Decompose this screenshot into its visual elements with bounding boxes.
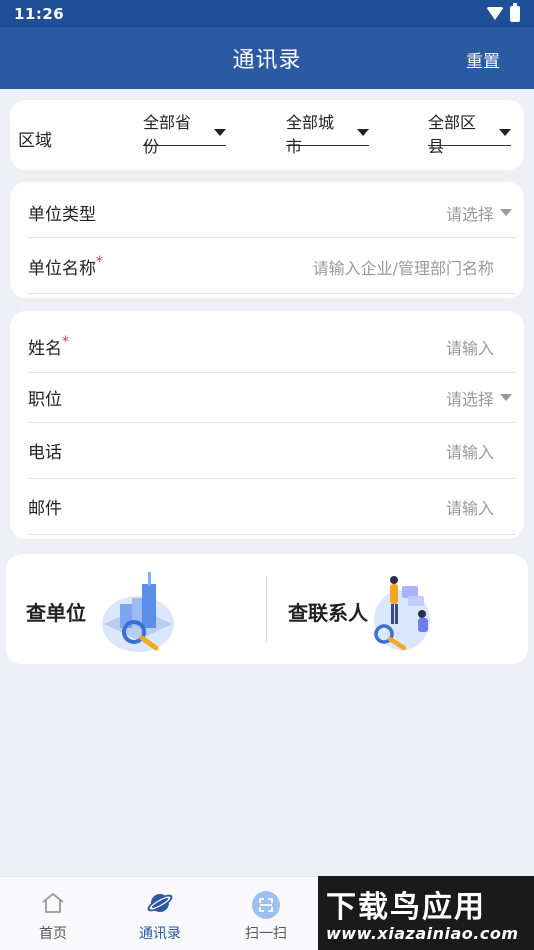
name-input[interactable]: 请输入 xyxy=(446,335,516,359)
query-contact-label: 查联系人 xyxy=(288,601,368,625)
status-bar: 11:26 xyxy=(0,0,534,27)
nav-item-scan[interactable]: 扫一扫 xyxy=(226,891,306,943)
email-row: 邮件 请输入 xyxy=(28,479,516,535)
region-label: 区域 xyxy=(18,131,52,151)
unit-name-label: 单位名称* xyxy=(28,254,103,279)
nav-label-scan: 扫一扫 xyxy=(245,926,287,942)
query-card: 查单位 查联系人 xyxy=(6,554,528,664)
unit-type-placeholder: 请选择 xyxy=(445,204,494,224)
position-placeholder: 请选择 xyxy=(445,389,494,409)
caret-down-icon xyxy=(357,129,369,136)
unit-type-label: 单位类型 xyxy=(28,205,96,225)
nav-label-home: 首页 xyxy=(39,926,67,942)
name-row: 姓名* 请输入 xyxy=(28,321,516,373)
name-label: 姓名* xyxy=(28,334,69,359)
reset-button[interactable]: 重置 xyxy=(466,47,500,72)
page-title: 通讯录 xyxy=(232,48,302,73)
unit-name-label-text: 单位名称 xyxy=(28,259,96,279)
query-unit-label: 查单位 xyxy=(26,601,86,625)
home-icon xyxy=(42,893,64,913)
unit-type-row[interactable]: 单位类型 请选择 xyxy=(28,188,516,238)
caret-down-icon xyxy=(500,394,512,401)
phone-label: 电话 xyxy=(28,443,62,463)
watermark-url: www.xiazainiao.com xyxy=(326,924,519,943)
unit-type-select[interactable]: 请选择 xyxy=(446,201,516,225)
unit-card: 单位类型 请选择 单位名称* 请输入企业/管理部门名称 xyxy=(10,182,524,298)
required-mark: * xyxy=(62,334,69,350)
watermark-title: 下载鸟应用 xyxy=(326,890,486,925)
phone-row: 电话 请输入 xyxy=(28,423,516,479)
building-search-illustration xyxy=(102,572,174,652)
nav-item-contacts[interactable]: 通讯录 xyxy=(120,891,200,943)
caret-down-icon xyxy=(499,129,511,136)
scan-icon xyxy=(252,891,280,919)
position-select[interactable]: 请选择 xyxy=(446,386,516,410)
province-value: 全部省份 xyxy=(143,112,192,156)
person-card: 姓名* 请输入 职位 请选择 电话 请输入 邮件 请输入 xyxy=(10,311,524,539)
phone-input[interactable]: 请输入 xyxy=(446,439,516,463)
city-value: 全部城市 xyxy=(286,112,335,156)
caret-down-icon xyxy=(214,129,226,136)
status-time: 11:26 xyxy=(14,4,65,23)
position-row[interactable]: 职位 请选择 xyxy=(28,373,516,423)
district-dropdown[interactable]: 全部区县 xyxy=(428,113,511,156)
wifi-icon xyxy=(486,7,504,20)
planet-icon xyxy=(147,894,173,912)
position-label: 职位 xyxy=(28,390,62,410)
watermark-logo: 下载鸟应用 www.xiazainiao.com xyxy=(318,876,534,950)
query-unit-button[interactable]: 查单位 xyxy=(6,554,264,664)
email-input[interactable]: 请输入 xyxy=(446,495,516,519)
name-label-text: 姓名 xyxy=(28,339,62,359)
required-mark: * xyxy=(96,254,103,270)
battery-icon xyxy=(510,2,520,22)
city-dropdown[interactable]: 全部城市 xyxy=(286,113,369,156)
status-icons xyxy=(486,2,520,22)
people-search-illustration xyxy=(374,576,430,651)
province-dropdown[interactable]: 全部省份 xyxy=(143,113,226,156)
region-card: 区域 全部省份 全部城市 全部区县 xyxy=(10,100,524,170)
query-contact-button[interactable]: 查联系人 xyxy=(268,554,528,664)
app-bar: 通讯录 重置 xyxy=(0,27,534,89)
unit-name-input[interactable]: 请输入企业/管理部门名称 xyxy=(313,255,516,279)
district-value: 全部区县 xyxy=(428,112,477,156)
query-divider xyxy=(266,576,267,642)
nav-label-contacts: 通讯录 xyxy=(139,926,181,942)
email-label: 邮件 xyxy=(28,499,62,519)
nav-item-home[interactable]: 首页 xyxy=(13,891,93,943)
caret-down-icon xyxy=(500,209,512,216)
unit-name-row: 单位名称* 请输入企业/管理部门名称 xyxy=(28,240,516,294)
